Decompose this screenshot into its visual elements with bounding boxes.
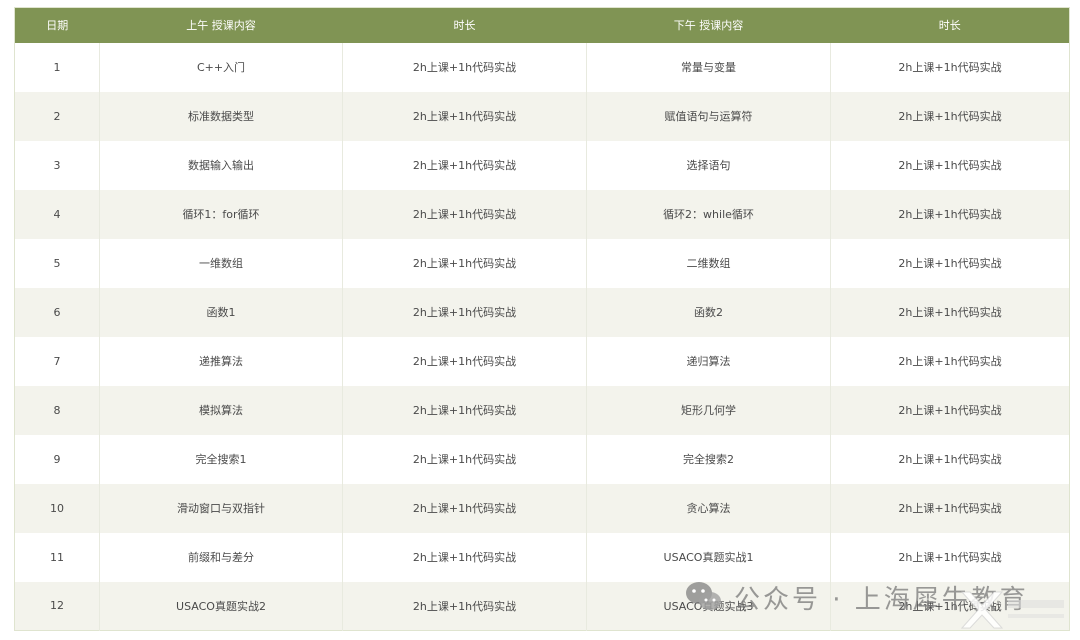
header-date: 日期 bbox=[14, 7, 100, 43]
header-morning-duration: 时长 bbox=[342, 7, 587, 43]
table-row: 3 数据输入输出 2h上课+1h代码实战 选择语句 2h上课+1h代码实战 bbox=[14, 140, 1070, 190]
row-morning-content: 循环1：for循环 bbox=[99, 189, 343, 239]
table-row: 9 完全搜索1 2h上课+1h代码实战 完全搜索2 2h上课+1h代码实战 bbox=[14, 434, 1070, 484]
row-afternoon-duration: 2h上课+1h代码实战 bbox=[830, 91, 1070, 141]
row-date: 10 bbox=[14, 483, 100, 533]
row-afternoon-duration: 2h上课+1h代码实战 bbox=[830, 581, 1070, 631]
table-row: 5 一维数组 2h上课+1h代码实战 二维数组 2h上课+1h代码实战 bbox=[14, 238, 1070, 288]
row-morning-duration: 2h上课+1h代码实战 bbox=[342, 287, 587, 337]
row-afternoon-duration: 2h上课+1h代码实战 bbox=[830, 434, 1070, 484]
row-afternoon-duration: 2h上课+1h代码实战 bbox=[830, 238, 1070, 288]
table-row: 7 递推算法 2h上课+1h代码实战 递归算法 2h上课+1h代码实战 bbox=[14, 336, 1070, 386]
table-row: 1 C++入门 2h上课+1h代码实战 常量与变量 2h上课+1h代码实战 bbox=[14, 42, 1070, 92]
row-morning-content: C++入门 bbox=[99, 42, 343, 92]
row-date: 3 bbox=[14, 140, 100, 190]
row-morning-duration: 2h上课+1h代码实战 bbox=[342, 42, 587, 92]
row-morning-content: 滑动窗口与双指针 bbox=[99, 483, 343, 533]
row-morning-duration: 2h上课+1h代码实战 bbox=[342, 336, 587, 386]
row-afternoon-content: 选择语句 bbox=[586, 140, 831, 190]
row-afternoon-content: 二维数组 bbox=[586, 238, 831, 288]
row-afternoon-content: 函数2 bbox=[586, 287, 831, 337]
row-morning-content: 数据输入输出 bbox=[99, 140, 343, 190]
row-afternoon-duration: 2h上课+1h代码实战 bbox=[830, 385, 1070, 435]
row-afternoon-content: 常量与变量 bbox=[586, 42, 831, 92]
table-row: 4 循环1：for循环 2h上课+1h代码实战 循环2：while循环 2h上课+1h代… bbox=[14, 189, 1070, 239]
table-header: 日期 上午 授课内容 时长 下午 授课内容 时长 bbox=[14, 7, 1070, 43]
row-afternoon-content: 矩形几何学 bbox=[586, 385, 831, 435]
row-afternoon-content: 循环2：while循环 bbox=[586, 189, 831, 239]
row-afternoon-content: USACO真题实战1 bbox=[586, 532, 831, 582]
row-date: 12 bbox=[14, 581, 100, 631]
row-date: 8 bbox=[14, 385, 100, 435]
row-date: 7 bbox=[14, 336, 100, 386]
row-morning-content: USACO真题实战2 bbox=[99, 581, 343, 631]
row-morning-duration: 2h上课+1h代码实战 bbox=[342, 581, 587, 631]
row-morning-duration: 2h上课+1h代码实战 bbox=[342, 140, 587, 190]
row-morning-duration: 2h上课+1h代码实战 bbox=[342, 238, 587, 288]
page: 日期 上午 授课内容 时长 下午 授课内容 时长 1 C++入门 2h上课+1h代码… bbox=[0, 0, 1080, 640]
row-morning-duration: 2h上课+1h代码实战 bbox=[342, 91, 587, 141]
header-afternoon-content: 下午 授课内容 bbox=[586, 7, 831, 43]
row-morning-duration: 2h上课+1h代码实战 bbox=[342, 532, 587, 582]
row-morning-duration: 2h上课+1h代码实战 bbox=[342, 434, 587, 484]
row-afternoon-content: 完全搜索2 bbox=[586, 434, 831, 484]
row-morning-content: 一维数组 bbox=[99, 238, 343, 288]
row-afternoon-content: 递归算法 bbox=[586, 336, 831, 386]
row-date: 4 bbox=[14, 189, 100, 239]
table-row: 2 标准数据类型 2h上课+1h代码实战 赋值语句与运算符 2h上课+1h代码实战 bbox=[14, 91, 1070, 141]
header-morning-content: 上午 授课内容 bbox=[99, 7, 343, 43]
row-date: 11 bbox=[14, 532, 100, 582]
header-afternoon-duration: 时长 bbox=[830, 7, 1070, 43]
table-row: 12 USACO真题实战2 2h上课+1h代码实战 USACO真题实战3 2h上课+1h… bbox=[14, 581, 1070, 631]
row-afternoon-duration: 2h上课+1h代码实战 bbox=[830, 189, 1070, 239]
row-afternoon-duration: 2h上课+1h代码实战 bbox=[830, 483, 1070, 533]
row-morning-content: 完全搜索1 bbox=[99, 434, 343, 484]
table-row: 6 函数1 2h上课+1h代码实战 函数2 2h上课+1h代码实战 bbox=[14, 287, 1070, 337]
row-morning-content: 递推算法 bbox=[99, 336, 343, 386]
row-morning-content: 函数1 bbox=[99, 287, 343, 337]
row-afternoon-duration: 2h上课+1h代码实战 bbox=[830, 140, 1070, 190]
row-afternoon-duration: 2h上课+1h代码实战 bbox=[830, 287, 1070, 337]
row-afternoon-duration: 2h上课+1h代码实战 bbox=[830, 532, 1070, 582]
row-afternoon-duration: 2h上课+1h代码实战 bbox=[830, 42, 1070, 92]
row-afternoon-content: 赋值语句与运算符 bbox=[586, 91, 831, 141]
table-row: 11 前缀和与差分 2h上课+1h代码实战 USACO真题实战1 2h上课+1h代码实战 bbox=[14, 532, 1070, 582]
row-date: 2 bbox=[14, 91, 100, 141]
row-morning-content: 标准数据类型 bbox=[99, 91, 343, 141]
table-row: 10 滑动窗口与双指针 2h上课+1h代码实战 贪心算法 2h上课+1h代码实战 bbox=[14, 483, 1070, 533]
row-morning-duration: 2h上课+1h代码实战 bbox=[342, 483, 587, 533]
row-date: 1 bbox=[14, 42, 100, 92]
row-morning-duration: 2h上课+1h代码实战 bbox=[342, 189, 587, 239]
row-morning-duration: 2h上课+1h代码实战 bbox=[342, 385, 587, 435]
row-afternoon-duration: 2h上课+1h代码实战 bbox=[830, 336, 1070, 386]
row-date: 5 bbox=[14, 238, 100, 288]
header-row: 日期 上午 授课内容 时长 下午 授课内容 时长 bbox=[14, 7, 1070, 43]
row-morning-content: 模拟算法 bbox=[99, 385, 343, 435]
table-row: 8 模拟算法 2h上课+1h代码实战 矩形几何学 2h上课+1h代码实战 bbox=[14, 385, 1070, 435]
row-afternoon-content: USACO真题实战3 bbox=[586, 581, 831, 631]
course-schedule-table: 日期 上午 授课内容 时长 下午 授课内容 时长 1 C++入门 2h上课+1h代码… bbox=[14, 7, 1070, 631]
table-body: 1 C++入门 2h上课+1h代码实战 常量与变量 2h上课+1h代码实战 2 标准数据类型… bbox=[14, 42, 1070, 631]
row-date: 9 bbox=[14, 434, 100, 484]
row-morning-content: 前缀和与差分 bbox=[99, 532, 343, 582]
row-date: 6 bbox=[14, 287, 100, 337]
row-afternoon-content: 贪心算法 bbox=[586, 483, 831, 533]
